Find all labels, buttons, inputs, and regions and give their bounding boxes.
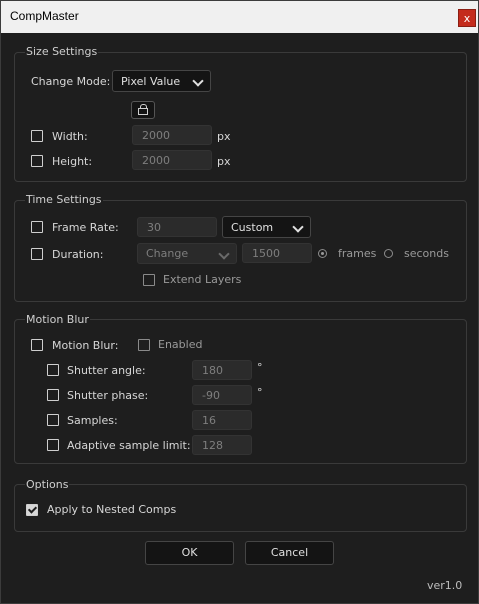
- compmaster-dialog: CompMaster x Size Settings Change Mode: …: [0, 0, 479, 604]
- width-unit: px: [217, 130, 231, 143]
- options-title: Options: [25, 478, 70, 491]
- title-bar: CompMaster x: [1, 1, 478, 33]
- width-field[interactable]: 2000: [132, 125, 212, 145]
- shutter-phase-checkbox[interactable]: [47, 389, 59, 401]
- adaptive-sample-limit-label: Adaptive sample limit:: [67, 439, 191, 452]
- motion-blur-title: Motion Blur: [25, 313, 90, 326]
- cancel-button[interactable]: Cancel: [245, 541, 334, 565]
- motion-blur-label: Motion Blur:: [52, 339, 119, 352]
- height-checkbox[interactable]: [31, 155, 43, 167]
- duration-checkbox[interactable]: [31, 248, 43, 260]
- frame-rate-label: Frame Rate:: [52, 221, 119, 234]
- samples-field[interactable]: 16: [192, 410, 252, 430]
- close-button[interactable]: x: [458, 9, 476, 27]
- aspect-lock-button[interactable]: [131, 101, 155, 119]
- frame-rate-preset-value: Custom: [231, 221, 274, 234]
- adaptive-sample-limit-checkbox[interactable]: [47, 439, 59, 451]
- extend-layers-checkbox[interactable]: [143, 274, 155, 286]
- frame-rate-field[interactable]: 30: [137, 217, 217, 237]
- samples-checkbox[interactable]: [47, 414, 59, 426]
- enabled-checkbox[interactable]: [138, 339, 150, 351]
- width-label: Width:: [52, 130, 88, 143]
- apply-nested-comps-checkbox[interactable]: [26, 504, 38, 516]
- shutter-angle-field[interactable]: 180: [192, 360, 252, 380]
- frames-radio[interactable]: [318, 249, 327, 258]
- extend-layers-label: Extend Layers: [163, 273, 242, 286]
- size-settings-title: Size Settings: [25, 45, 99, 58]
- time-settings-title: Time Settings: [25, 193, 103, 206]
- change-mode-label: Change Mode:: [31, 75, 111, 88]
- duration-mode-value: Change: [146, 247, 189, 260]
- shutter-angle-label: Shutter angle:: [67, 364, 146, 377]
- motion-blur-checkbox[interactable]: [31, 339, 43, 351]
- seconds-label: seconds: [404, 247, 449, 260]
- frame-rate-preset-dropdown[interactable]: Custom: [222, 216, 311, 238]
- shutter-phase-field[interactable]: -90: [192, 385, 252, 405]
- chevron-down-icon: [218, 248, 230, 260]
- chevron-down-icon: [192, 75, 204, 87]
- adaptive-sample-limit-field[interactable]: 128: [192, 435, 252, 455]
- version-label: ver1.0: [427, 579, 463, 592]
- duration-label: Duration:: [52, 248, 104, 261]
- frame-rate-checkbox[interactable]: [31, 221, 43, 233]
- height-field[interactable]: 2000: [132, 150, 212, 170]
- height-unit: px: [217, 155, 231, 168]
- change-mode-dropdown[interactable]: Pixel Value: [112, 70, 211, 92]
- window-title: CompMaster: [10, 9, 79, 23]
- ok-button[interactable]: OK: [145, 541, 234, 565]
- shutter-phase-label: Shutter phase:: [67, 389, 149, 402]
- width-checkbox[interactable]: [31, 130, 43, 142]
- enabled-label: Enabled: [158, 338, 203, 351]
- height-label: Height:: [52, 155, 93, 168]
- shutter-angle-unit: °: [257, 361, 263, 374]
- samples-label: Samples:: [67, 414, 118, 427]
- shutter-phase-unit: °: [257, 386, 263, 399]
- chevron-down-icon: [292, 221, 304, 233]
- lock-icon-body: [138, 108, 148, 115]
- apply-nested-comps-label: Apply to Nested Comps: [47, 503, 177, 516]
- change-mode-value: Pixel Value: [121, 75, 181, 88]
- frames-label: frames: [338, 247, 377, 260]
- duration-field[interactable]: 1500: [242, 243, 312, 263]
- seconds-radio[interactable]: [384, 249, 393, 258]
- duration-mode-dropdown[interactable]: Change: [137, 243, 237, 264]
- shutter-angle-checkbox[interactable]: [47, 364, 59, 376]
